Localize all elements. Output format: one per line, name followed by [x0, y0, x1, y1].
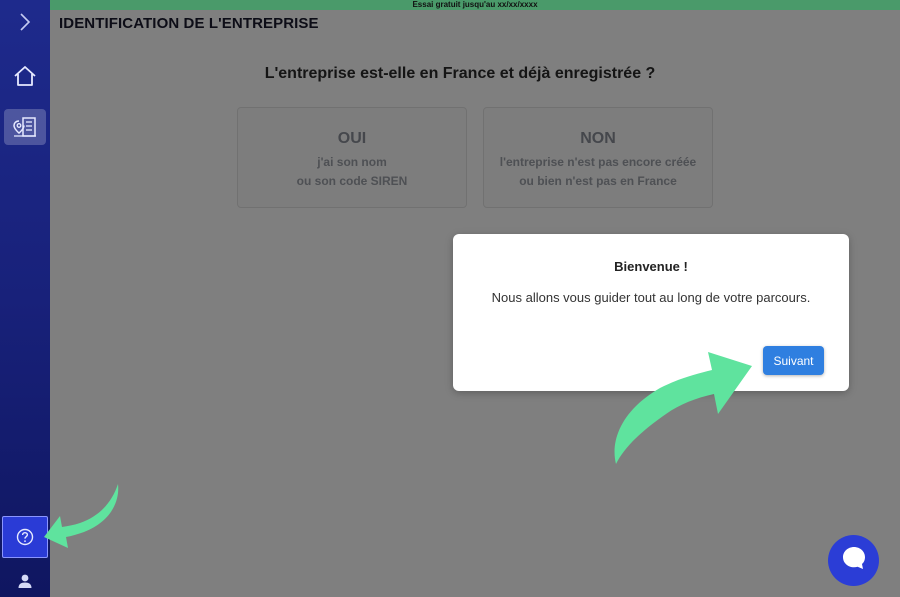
modal-body: Nous allons vous guider tout au long de …: [491, 290, 811, 305]
home-icon: [13, 65, 37, 87]
chat-button[interactable]: [828, 535, 879, 586]
welcome-modal: Bienvenue ! Nous allons vous guider tout…: [453, 234, 849, 391]
company-map-icon: [12, 115, 38, 139]
sidebar-item-company[interactable]: [4, 109, 46, 145]
chat-bubble-icon: [841, 545, 867, 576]
sidebar-item-help[interactable]: [2, 516, 48, 558]
modal-title: Bienvenue !: [614, 259, 688, 274]
sidebar-toggle-button[interactable]: [4, 4, 46, 40]
user-icon: [17, 573, 33, 589]
trial-banner: Essai gratuit jusqu'au xx/xx/xxxx: [50, 0, 900, 10]
sidebar-item-account[interactable]: [4, 563, 46, 597]
sidebar-item-home[interactable]: [4, 58, 46, 94]
chevron-right-icon: [18, 13, 32, 31]
help-icon: [16, 528, 34, 546]
next-button[interactable]: Suivant: [763, 346, 824, 375]
sidebar: [0, 0, 50, 597]
